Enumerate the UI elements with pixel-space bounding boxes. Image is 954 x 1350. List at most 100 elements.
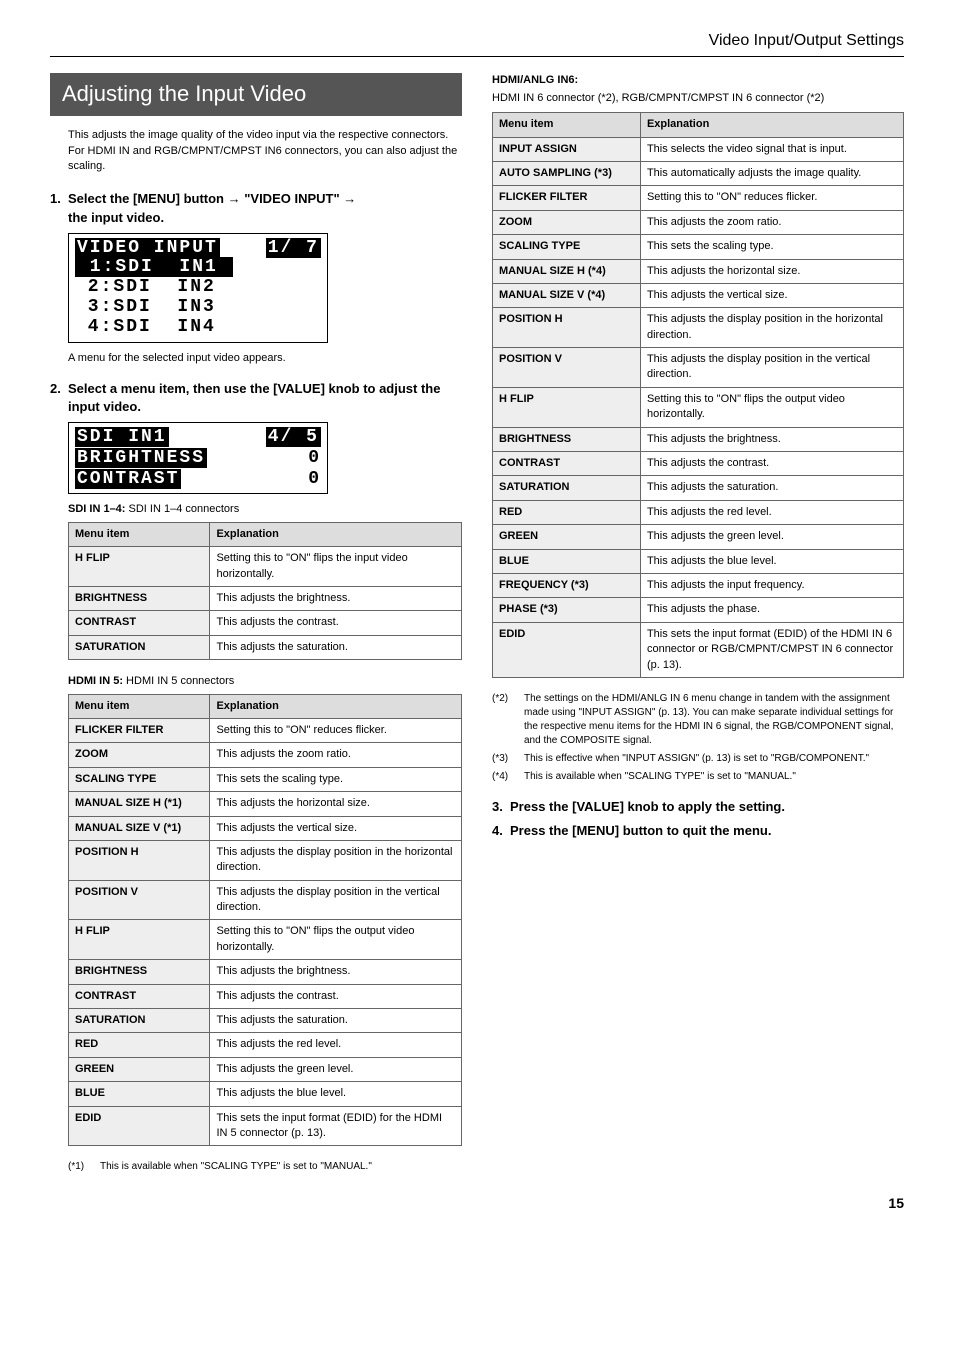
menu-item-cell: POSITION H [69,840,210,880]
explanation-cell: This adjusts the green level. [210,1057,462,1081]
hdmi6-title: HDMI/ANLG IN6: [492,73,904,88]
step-1-part2: "VIDEO INPUT" [244,191,339,206]
menu-item-cell: EDID [69,1106,210,1146]
table-row: SCALING TYPEThis sets the scaling type. [69,767,462,791]
explanation-cell: This adjusts the red level. [640,500,903,524]
menu-item-cell: MANUAL SIZE V (*1) [69,816,210,840]
hdmi6-head-exp: Explanation [640,113,903,137]
table-row: BRIGHTNESSThis adjusts the brightness. [493,427,904,451]
step-3-number: 3. [492,798,510,816]
hdmi5-title-rest: HDMI IN 5 connectors [123,675,234,687]
page-title: Adjusting the Input Video [50,73,462,116]
table-row: SATURATIONThis adjusts the saturation. [69,635,462,659]
step-1-text: Select the [MENU] button"VIDEO INPUT" th… [68,190,356,226]
explanation-cell: This adjusts the horizontal size. [640,259,903,283]
explanation-cell: This adjusts the blue level. [210,1082,462,1106]
menu-item-cell: H FLIP [493,387,641,427]
hdmi5-table: Menu item Explanation FLICKER FILTERSett… [68,694,462,1147]
lcd1-title-right: 1/ 7 [266,238,321,258]
menu-item-cell: BRIGHTNESS [493,427,641,451]
menu-item-cell: CONTRAST [69,611,210,635]
explanation-cell: This adjusts the phase. [640,598,903,622]
hdmi5-head-item: Menu item [69,694,210,718]
explanation-cell: This sets the input format (EDID) for th… [210,1106,462,1146]
explanation-cell: This adjusts the brightness. [210,587,462,611]
explanation-cell: This adjusts the input frequency. [640,573,903,597]
menu-item-cell: MANUAL SIZE V (*4) [493,283,641,307]
menu-item-cell: INPUT ASSIGN [493,137,641,161]
menu-item-cell: EDID [493,622,641,677]
menu-item-cell: BRIGHTNESS [69,587,210,611]
table-row: EDIDThis sets the input format (EDID) fo… [69,1106,462,1146]
lcd2-title-left: SDI IN1 [75,427,169,447]
menu-item-cell: SCALING TYPE [493,235,641,259]
table-row: POSITION VThis adjusts the display posit… [493,348,904,388]
table-row: CONTRASTThis adjusts the contrast. [69,611,462,635]
menu-item-cell: RED [69,1033,210,1057]
explanation-cell: Setting this to "ON" reduces flicker. [210,718,462,742]
menu-item-cell: FLICKER FILTER [493,186,641,210]
explanation-cell: This adjusts the display position in the… [210,840,462,880]
table-row: FLICKER FILTERSetting this to "ON" reduc… [69,718,462,742]
table-row: MANUAL SIZE V (*4)This adjusts the verti… [493,283,904,307]
table-row: POSITION HThis adjusts the display posit… [493,308,904,348]
menu-item-cell: SCALING TYPE [69,767,210,791]
sdi-head-exp: Explanation [210,522,462,546]
menu-item-cell: ZOOM [493,210,641,234]
table-row: REDThis adjusts the red level. [69,1033,462,1057]
sdi-head-item: Menu item [69,522,210,546]
table-row: H FLIPSetting this to "ON" flips the out… [493,387,904,427]
table-row: POSITION HThis adjusts the display posit… [69,840,462,880]
explanation-cell: This adjusts the zoom ratio. [640,210,903,234]
table-row: BRIGHTNESSThis adjusts the brightness. [69,587,462,611]
menu-item-cell: FREQUENCY (*3) [493,573,641,597]
menu-item-cell: MANUAL SIZE H (*4) [493,259,641,283]
hdmi6-head-item: Menu item [493,113,641,137]
menu-item-cell: PHASE (*3) [493,598,641,622]
footnote-2-text: The settings on the HDMI/ANLG IN 6 menu … [524,692,904,748]
lcd1-row-selected: 1:SDI IN1 [75,257,233,277]
menu-item-cell: SATURATION [69,635,210,659]
menu-item-cell: H FLIP [69,547,210,587]
table-row: BRIGHTNESSThis adjusts the brightness. [69,960,462,984]
explanation-cell: This adjusts the blue level. [640,549,903,573]
menu-item-cell: FLICKER FILTER [69,718,210,742]
explanation-cell: This adjusts the zoom ratio. [210,743,462,767]
menu-item-cell: RED [493,500,641,524]
lcd1-row-2: 2:SDI IN2 [75,278,321,298]
explanation-cell: This sets the scaling type. [640,235,903,259]
hdmi5-title-bold: HDMI IN 5: [68,675,123,687]
menu-item-cell: GREEN [493,525,641,549]
table-row: ZOOMThis adjusts the zoom ratio. [493,210,904,234]
table-row: AUTO SAMPLING (*3)This automatically adj… [493,161,904,185]
lcd2-row-selected: BRIGHTNESS [75,448,207,468]
table-row: SATURATIONThis adjusts the saturation. [493,476,904,500]
lcd1-row-4: 4:SDI IN4 [75,318,321,338]
table-row: REDThis adjusts the red level. [493,500,904,524]
lcd-display-2: SDI IN1 4/ 5 BRIGHTNESS 0 CONTRAST 0 [68,422,328,494]
table-row: SATURATIONThis adjusts the saturation. [69,1009,462,1033]
explanation-cell: This sets the input format (EDID) of the… [640,622,903,677]
step-4: 4. Press the [MENU] button to quit the m… [492,822,904,840]
menu-item-cell: GREEN [69,1057,210,1081]
step-2-text: Select a menu item, then use the [VALUE]… [68,380,462,416]
menu-item-cell: POSITION H [493,308,641,348]
footnote-4: (*4) This is available when "SCALING TYP… [492,770,904,784]
hdmi5-table-title: HDMI IN 5: HDMI IN 5 connectors [68,674,462,689]
menu-item-cell: POSITION V [493,348,641,388]
explanation-cell: This adjusts the saturation. [210,1009,462,1033]
table-row: MANUAL SIZE H (*4)This adjusts the horiz… [493,259,904,283]
menu-item-cell: AUTO SAMPLING (*3) [493,161,641,185]
hdmi6-subdesc: HDMI IN 6 connector (*2), RGB/CMPNT/CMPS… [492,91,904,106]
menu-item-cell: POSITION V [69,880,210,920]
table-row: BLUEThis adjusts the blue level. [493,549,904,573]
table-row: GREENThis adjusts the green level. [493,525,904,549]
hdmi6-table: Menu item Explanation INPUT ASSIGN This s… [492,112,904,678]
explanation-cell: This adjusts the display position in the… [640,348,903,388]
table-row: FLICKER FILTERSetting this to "ON" reduc… [493,186,904,210]
table-row: CONTRASTThis adjusts the contrast. [493,452,904,476]
step-3-text: Press the [VALUE] knob to apply the sett… [510,798,785,816]
footnote-2: (*2) The settings on the HDMI/ANLG IN 6 … [492,692,904,748]
explanation-cell: This adjusts the saturation. [210,635,462,659]
explanation-cell: This adjusts the brightness. [210,960,462,984]
